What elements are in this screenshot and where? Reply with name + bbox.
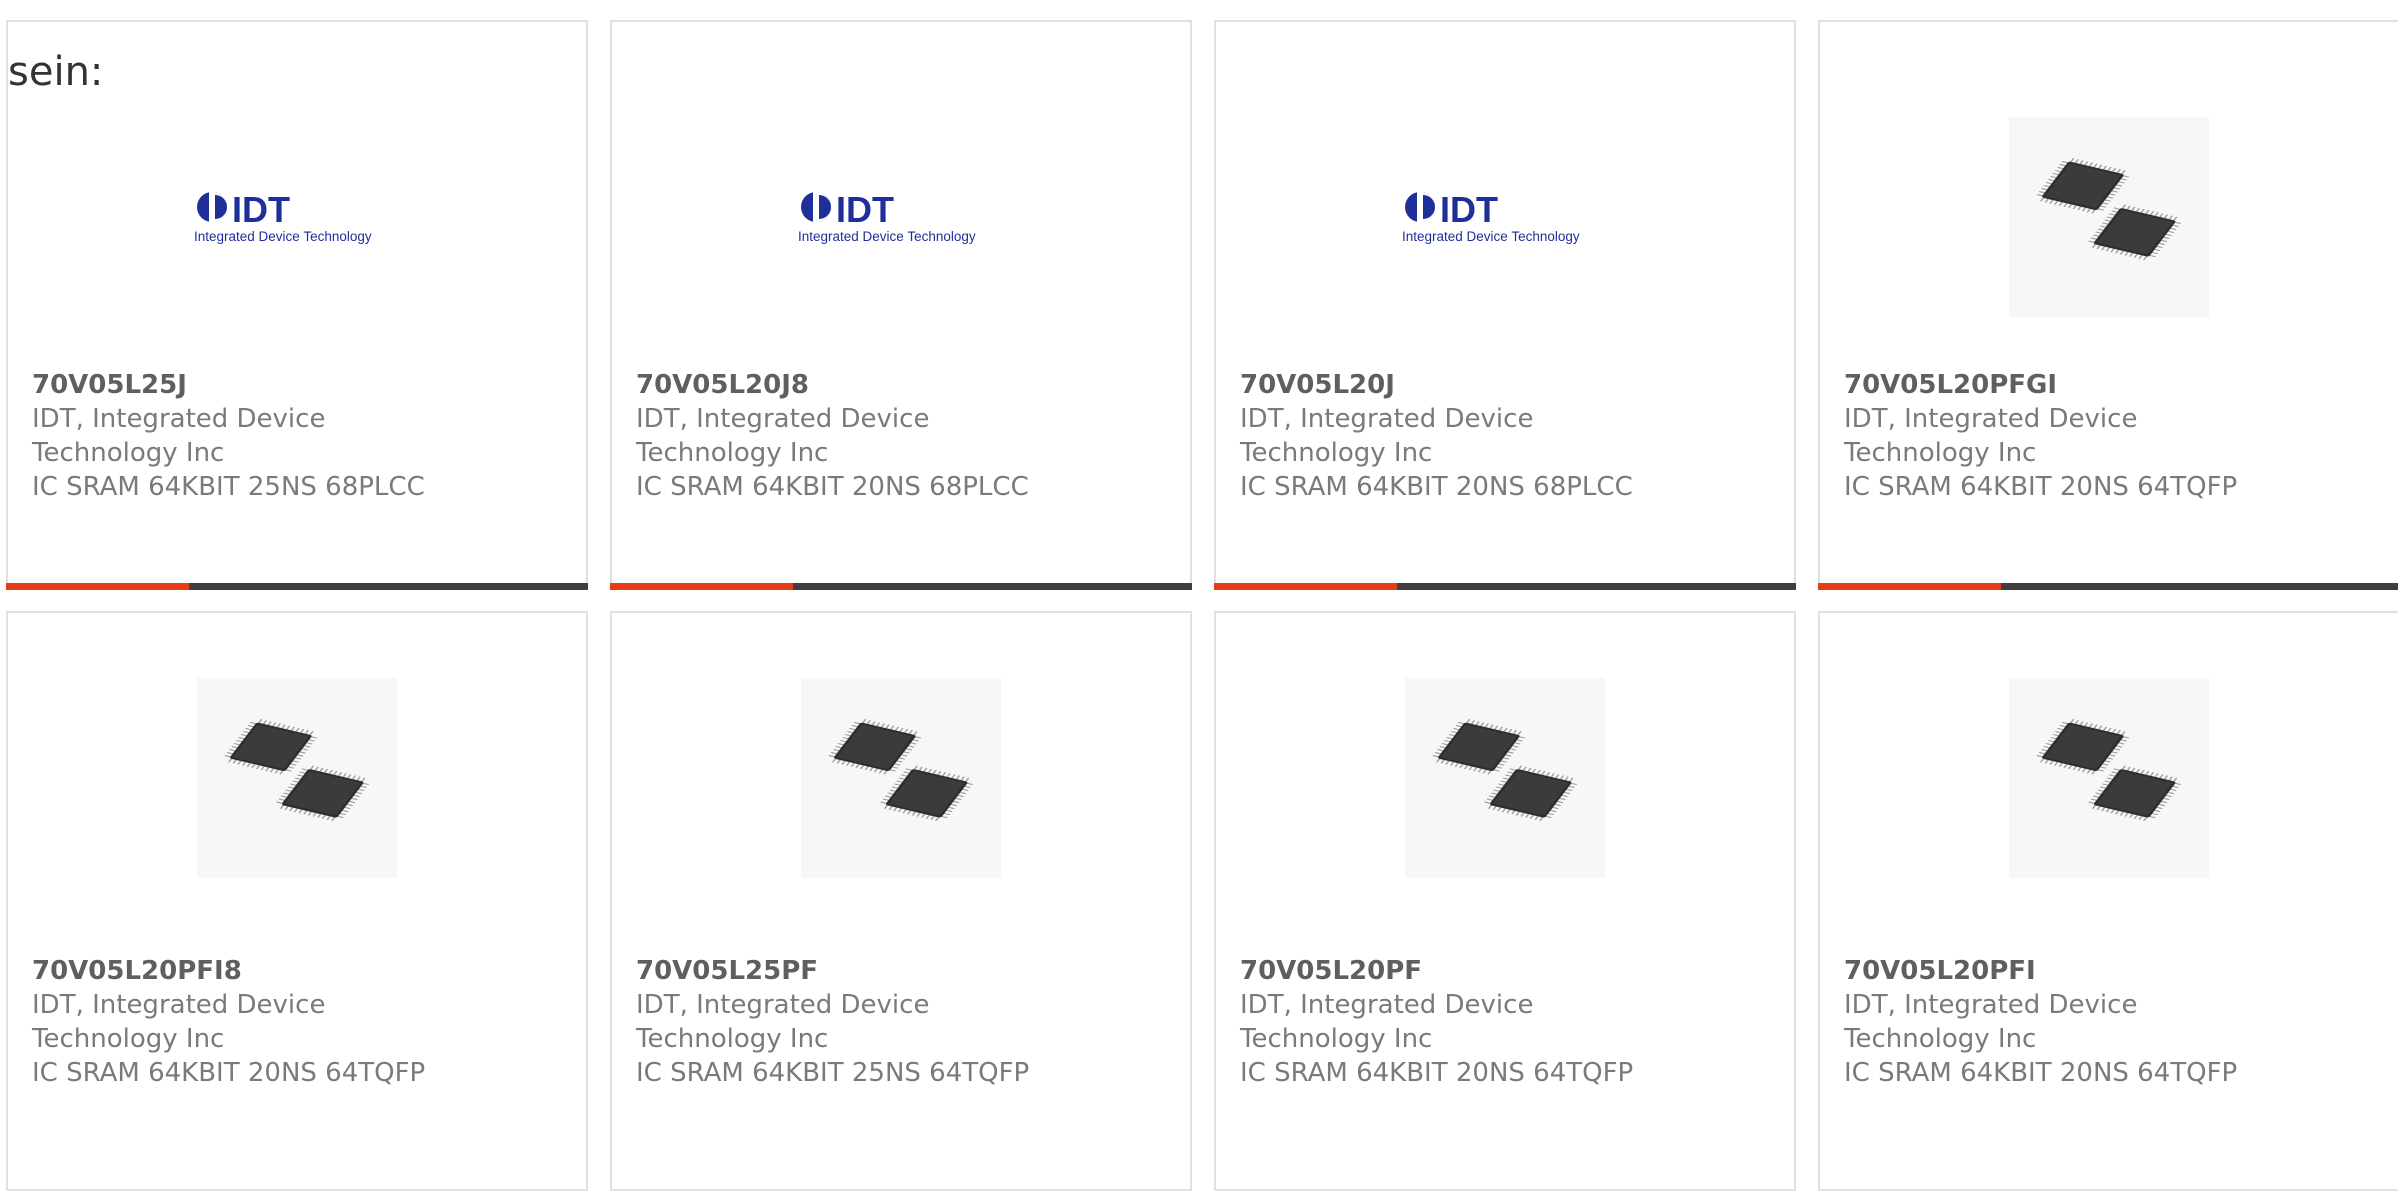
svg-text:IDT: IDT bbox=[1440, 189, 1498, 230]
idt-logo-icon: IDTIntegrated Device Technology bbox=[798, 189, 976, 244]
card-progress-bar bbox=[610, 583, 1192, 590]
product-card[interactable]: 70V05L25PF IDT, Integrated Device Techno… bbox=[610, 611, 1192, 1191]
card-progress-bar bbox=[1818, 583, 2398, 590]
tqfp-chips-icon bbox=[1405, 678, 1605, 878]
product-card[interactable]: IDT Integrated Device Technology 70V05L20… bbox=[610, 20, 1192, 590]
manufacturer-name: IDT, Integrated Device Technology Inc bbox=[1844, 990, 2138, 1054]
product-description: IC SRAM 64KBIT 25NS 64TQFP bbox=[636, 1058, 1030, 1088]
tqfp-chips-icon bbox=[801, 678, 1001, 878]
manufacturer-name: IDT, Integrated Device Technology Inc bbox=[32, 404, 326, 468]
product-thumbnail[interactable] bbox=[192, 678, 402, 878]
product-info: 70V05L20J IDT, Integrated Device Technol… bbox=[1240, 368, 1786, 504]
card-accent-bar bbox=[1818, 583, 2001, 590]
part-number-link[interactable]: 70V05L20PFI8 bbox=[32, 954, 578, 988]
manufacturer-name: IDT, Integrated Device Technology Inc bbox=[1240, 990, 1534, 1054]
product-thumbnail[interactable] bbox=[2004, 678, 2214, 878]
product-info: 70V05L20PF IDT, Integrated Device Techno… bbox=[1240, 954, 1786, 1090]
part-number-link[interactable]: 70V05L25PF bbox=[636, 954, 1182, 988]
product-description: IC SRAM 64KBIT 20NS 64TQFP bbox=[1240, 1058, 1634, 1088]
tqfp-chips-icon bbox=[2009, 678, 2209, 878]
product-info: 70V05L25PF IDT, Integrated Device Techno… bbox=[636, 954, 1182, 1090]
product-description: IC SRAM 64KBIT 20NS 64TQFP bbox=[32, 1058, 426, 1088]
tqfp-chips-icon bbox=[2009, 117, 2209, 317]
part-number-link[interactable]: 70V05L20J8 bbox=[636, 368, 1182, 402]
product-thumbnail[interactable]: IDT Integrated Device Technology bbox=[192, 117, 402, 317]
product-thumbnail[interactable] bbox=[2004, 117, 2214, 317]
lead-text: sein: bbox=[8, 49, 104, 95]
manufacturer-name: IDT, Integrated Device Technology Inc bbox=[32, 990, 326, 1054]
product-thumbnail[interactable] bbox=[1400, 678, 1610, 878]
svg-text:Integrated Device Technology: Integrated Device Technology bbox=[194, 229, 372, 244]
product-card[interactable]: 70V05L20PFI IDT, Integrated Device Techn… bbox=[1818, 611, 2398, 1191]
product-info: 70V05L20PFI IDT, Integrated Device Techn… bbox=[1844, 954, 2390, 1090]
product-info: 70V05L20J8 IDT, Integrated Device Techno… bbox=[636, 368, 1182, 504]
card-accent-bar bbox=[6, 583, 189, 590]
product-thumbnail[interactable]: IDT Integrated Device Technology bbox=[796, 117, 1006, 317]
idt-logo-icon: IDTIntegrated Device Technology bbox=[1402, 189, 1580, 244]
card-accent-bar bbox=[1214, 583, 1397, 590]
card-accent-bar bbox=[610, 583, 793, 590]
manufacturer-name: IDT, Integrated Device Technology Inc bbox=[636, 404, 930, 468]
product-info: 70V05L20PFGI IDT, Integrated Device Tech… bbox=[1844, 368, 2390, 504]
product-description: IC SRAM 64KBIT 25NS 68PLCC bbox=[32, 472, 425, 502]
tqfp-chips-icon bbox=[197, 678, 397, 878]
svg-text:IDT: IDT bbox=[836, 189, 894, 230]
manufacturer-name: IDT, Integrated Device Technology Inc bbox=[1844, 404, 2138, 468]
part-number-link[interactable]: 70V05L20J bbox=[1240, 368, 1786, 402]
product-card[interactable]: IDT Integrated Device Technology 70V05L25… bbox=[6, 20, 588, 590]
manufacturer-name: IDT, Integrated Device Technology Inc bbox=[1240, 404, 1534, 468]
svg-text:Integrated Device Technology: Integrated Device Technology bbox=[1402, 229, 1580, 244]
card-progress-bar bbox=[6, 583, 588, 590]
svg-text:IDT: IDT bbox=[232, 189, 290, 230]
part-number-link[interactable]: 70V05L20PF bbox=[1240, 954, 1786, 988]
product-grid: IDT Integrated Device Technology 70V05L25… bbox=[0, 0, 2398, 1191]
product-info: 70V05L25J IDT, Integrated Device Technol… bbox=[32, 368, 578, 504]
svg-text:Integrated Device Technology: Integrated Device Technology bbox=[798, 229, 976, 244]
manufacturer-name: IDT, Integrated Device Technology Inc bbox=[636, 990, 930, 1054]
product-thumbnail[interactable]: IDT Integrated Device Technology bbox=[1400, 117, 1610, 317]
product-card[interactable]: IDT Integrated Device Technology 70V05L20… bbox=[1214, 20, 1796, 590]
product-thumbnail[interactable] bbox=[796, 678, 1006, 878]
product-description: IC SRAM 64KBIT 20NS 64TQFP bbox=[1844, 1058, 2238, 1088]
part-number-link[interactable]: 70V05L25J bbox=[32, 368, 578, 402]
part-number-link[interactable]: 70V05L20PFGI bbox=[1844, 368, 2390, 402]
product-description: IC SRAM 64KBIT 20NS 68PLCC bbox=[636, 472, 1029, 502]
product-description: IC SRAM 64KBIT 20NS 64TQFP bbox=[1844, 472, 2238, 502]
product-card[interactable]: 70V05L20PFGI IDT, Integrated Device Tech… bbox=[1818, 20, 2398, 590]
product-info: 70V05L20PFI8 IDT, Integrated Device Tech… bbox=[32, 954, 578, 1090]
idt-logo-icon: IDTIntegrated Device Technology bbox=[194, 189, 372, 244]
product-card[interactable]: 70V05L20PFI8 IDT, Integrated Device Tech… bbox=[6, 611, 588, 1191]
part-number-link[interactable]: 70V05L20PFI bbox=[1844, 954, 2390, 988]
product-description: IC SRAM 64KBIT 20NS 68PLCC bbox=[1240, 472, 1633, 502]
product-card[interactable]: 70V05L20PF IDT, Integrated Device Techno… bbox=[1214, 611, 1796, 1191]
card-progress-bar bbox=[1214, 583, 1796, 590]
